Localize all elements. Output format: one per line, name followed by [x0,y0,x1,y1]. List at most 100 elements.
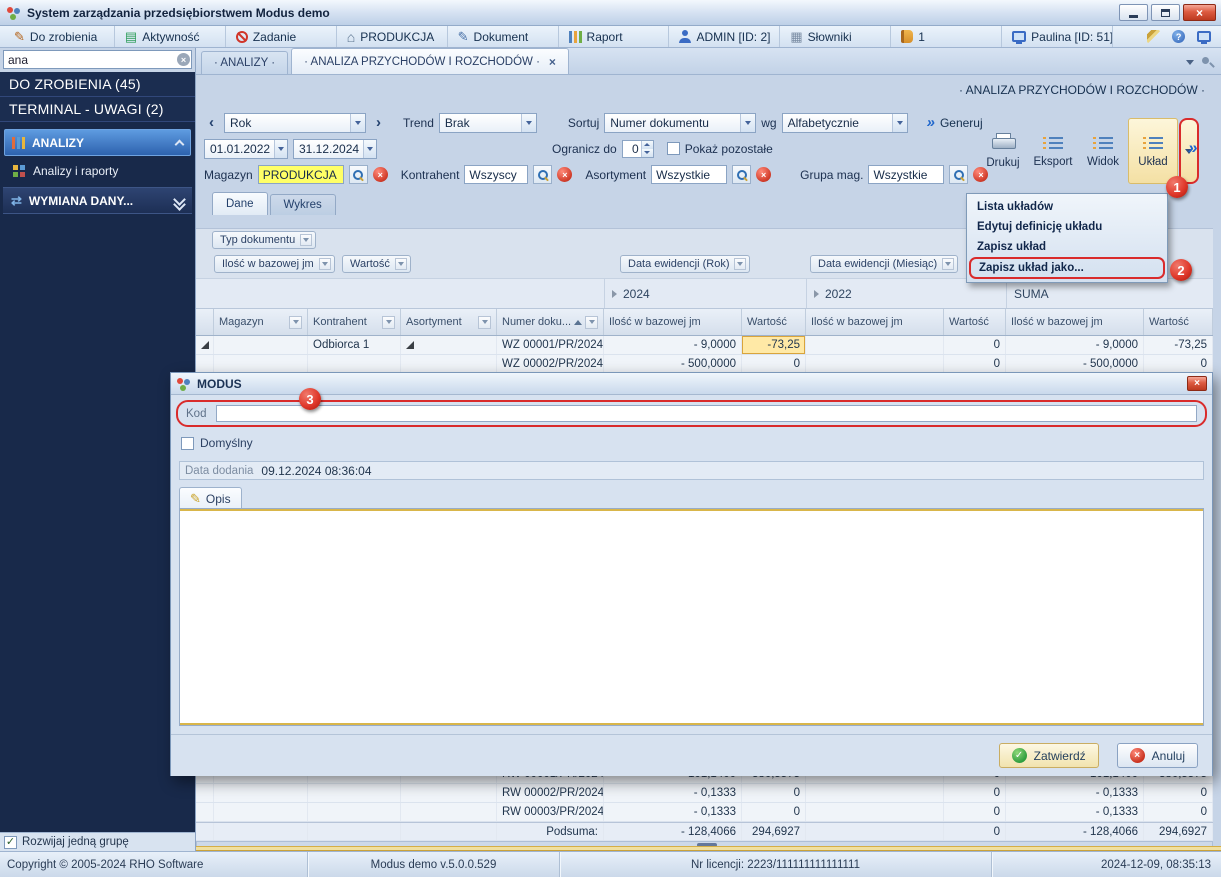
generate-button[interactable]: » Generuj [927,115,983,130]
tab-wykres[interactable]: Wykres [270,194,336,215]
period-select[interactable]: Rok [224,113,366,133]
menu-item-user-session[interactable]: Paulina [ID: 51] [1002,26,1113,47]
asortyment-clear-icon[interactable]: × [756,167,771,182]
tab-analizy[interactable]: · ANALIZY · [201,51,288,74]
field-chip-ilosc[interactable]: Ilość w bazowej jm [214,255,335,273]
maximize-button[interactable] [1151,4,1180,21]
export-button[interactable]: Eksport [1028,118,1078,184]
menu-item-admin[interactable]: ADMIN [ID: 2] [669,26,780,47]
order-select[interactable]: Alfabetycznie [782,113,908,133]
table-row[interactable]: RW 00003/PR/2024 - 0,1333 0 0 - 0,1333 0 [196,803,1213,822]
confirm-button[interactable]: ✓ Zatwierdź [999,743,1099,768]
filter-chip-typ-dokumentu[interactable]: Typ dokumentu [212,231,316,249]
quick-generate-icon[interactable]: » [1188,139,1197,156]
expand-one-group-checkbox[interactable]: ✓ [4,836,17,849]
sidebar-item-analizy-i-raporty[interactable]: Analizy i raporty [3,157,192,184]
sidebar-group-terminal-uwagi[interactable]: TERMINAL - UWAGI (2) [0,97,195,122]
help-icon[interactable]: ? [1172,30,1185,43]
menu-item-zapisz-uklad-jako[interactable]: Zapisz układ jako... [969,257,1165,279]
spinner-down-icon[interactable] [642,149,653,157]
kontrahent-field[interactable]: Wszyscy [464,165,528,184]
clean-icon[interactable] [1147,30,1160,43]
menu-item-zadanie[interactable]: Zadanie [226,26,337,47]
field-chip-data-miesiac[interactable]: Data ewidencji (Miesiąc) [810,255,958,273]
remote-desktop-icon[interactable] [1197,31,1211,42]
magazyn-clear-icon[interactable]: × [373,167,388,182]
menu-item-slowniki[interactable]: ▦Słowniki [780,26,891,47]
column-wartosc-suma[interactable]: Wartość [1144,309,1213,335]
tab-analiza-przychodow[interactable]: · ANALIZA PRZYCHODÓW I ROZCHODÓW · × [291,48,569,74]
close-tab-icon[interactable]: × [549,55,556,69]
description-textarea[interactable] [182,513,1201,721]
close-button[interactable]: × [1183,4,1216,21]
clear-search-icon[interactable]: × [177,53,190,66]
menu-item-lista-ukladow[interactable]: Lista układów [969,197,1165,217]
date-to-select[interactable]: 31.12.2024 [293,139,377,159]
minimize-button[interactable] [1119,4,1148,21]
show-rest-checkbox[interactable] [667,142,680,155]
cancel-button[interactable]: × Anuluj [1117,743,1198,768]
menu-item-dokument[interactable]: ✎Dokument [448,26,559,47]
filter-icon[interactable] [585,316,598,329]
tab-list-dropdown-icon[interactable] [1186,60,1194,65]
view-button[interactable]: Widok [1078,118,1128,184]
spinner-up-icon[interactable] [642,141,653,149]
sort-select[interactable]: Numer dokumentu [604,113,756,133]
column-wartosc-2024[interactable]: Wartość [742,309,806,335]
grupa-mag-lookup-button[interactable] [949,165,968,184]
limit-spinner[interactable]: 0 [622,140,654,158]
menu-item-notifications[interactable]: 1 [891,26,1002,47]
kontrahent-lookup-button[interactable] [533,165,552,184]
column-ilosc-2024[interactable]: Ilość w bazowej jm [604,309,742,335]
menu-item-zapisz-uklad[interactable]: Zapisz układ [969,237,1165,257]
column-ilosc-suma[interactable]: Ilość w bazowej jm [1006,309,1144,335]
table-row[interactable]: Odbiorca 1 WZ 00001/PR/2024 - 9,0000 -73… [196,336,1213,355]
menu-item-raport[interactable]: Raport [559,26,670,47]
column-asortyment[interactable]: Asortyment [401,309,497,335]
sidebar-group-do-zrobienia[interactable]: DO ZROBIENIA (45) [0,72,195,97]
magazyn-field[interactable]: PRODUKCJA [258,165,344,184]
asortyment-lookup-button[interactable] [732,165,751,184]
trend-select[interactable]: Brak [439,113,537,133]
asortyment-field[interactable]: Wszystkie [651,165,727,184]
menu-item-do-zrobienia[interactable]: ✎Do zrobienia [4,26,115,47]
selected-cell[interactable]: -73,25 [742,336,806,354]
field-chip-data-rok[interactable]: Data ewidencji (Rok) [620,255,750,273]
dialog-close-button[interactable]: × [1187,376,1207,391]
column-numer-dokumentu[interactable]: Numer doku... [497,309,604,335]
tab-dane[interactable]: Dane [212,192,268,215]
column-wartosc-2022[interactable]: Wartość [944,309,1006,335]
filter-icon[interactable] [478,316,491,329]
column-ilosc-2022[interactable]: Ilość w bazowej jm [806,309,944,335]
layout-button[interactable]: Układ [1128,118,1178,184]
tab-opis[interactable]: ✎ Opis [179,487,242,509]
sidebar-item-analizy[interactable]: ANALIZY [4,129,191,156]
next-period-button[interactable]: › [371,113,386,133]
filter-icon[interactable] [382,316,395,329]
default-checkbox[interactable] [181,437,194,450]
group-2022[interactable]: 2022 [806,279,1006,308]
column-kontrahent[interactable]: Kontrahent [308,309,401,335]
filter-icon[interactable] [289,316,302,329]
kontrahent-clear-icon[interactable]: × [557,167,572,182]
table-row[interactable]: RW 00002/PR/2024 - 0,1333 0 0 - 0,1333 0 [196,784,1213,803]
sidebar-item-wymiana-danych[interactable]: ⇄ WYMIANA DANY... [3,187,192,214]
kod-input[interactable] [216,405,1197,422]
field-chip-wartosc[interactable]: Wartość [342,255,411,273]
previous-period-button[interactable]: ‹ [204,113,219,133]
grupa-mag-field[interactable]: Wszystkie [868,165,944,184]
sidebar-search-input[interactable] [3,50,192,69]
menu-item-produkcja[interactable]: ⌂PRODUKCJA [337,26,448,47]
menu-item-edytuj-definicje[interactable]: Edytuj definicję układu [969,217,1165,237]
menu-item-aktywnosc[interactable]: ▤Aktywność [115,26,226,47]
trend-label: Trend [403,116,434,130]
sidebar: × DO ZROBIENIA (45) TERMINAL - UWAGI (2)… [0,48,196,851]
date-from-select[interactable]: 01.01.2022 [204,139,288,159]
print-button[interactable]: Drukuj [978,118,1028,184]
magazyn-lookup-button[interactable] [349,165,368,184]
pin-icon[interactable] [1202,57,1213,68]
group-expand-icon[interactable] [401,336,497,354]
column-magazyn[interactable]: Magazyn [214,309,308,335]
group-expand-icon[interactable] [196,336,214,354]
group-2024[interactable]: 2024 [604,279,806,308]
